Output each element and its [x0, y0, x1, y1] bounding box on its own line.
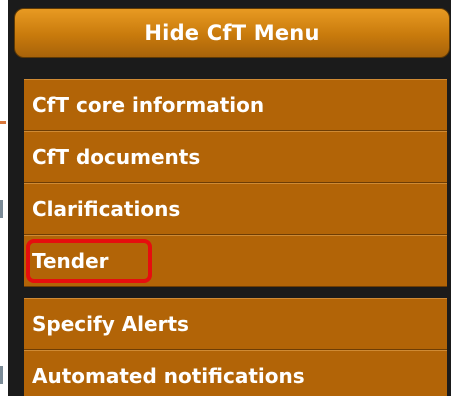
cft-menu-list: CfT core information CfT documents Clari… [24, 79, 447, 396]
page-edge-accent [0, 121, 6, 124]
menu-item-automated-notifications[interactable]: Automated notifications [24, 350, 447, 396]
menu-item-label: CfT core information [32, 93, 265, 117]
menu-item-clarifications[interactable]: Clarifications [24, 183, 447, 235]
page-edge-marker [0, 366, 3, 384]
page-background-edge [0, 0, 8, 396]
menu-item-label: CfT documents [32, 145, 201, 169]
menu-item-cft-core-information[interactable]: CfT core information [24, 79, 447, 131]
menu-item-cft-documents[interactable]: CfT documents [24, 131, 447, 183]
page-edge-marker [0, 200, 3, 218]
menu-item-specify-alerts[interactable]: Specify Alerts [24, 298, 447, 350]
menu-item-label: Specify Alerts [32, 312, 189, 336]
hide-cft-menu-button[interactable]: Hide CfT Menu [14, 8, 450, 58]
menu-item-label: Clarifications [32, 197, 181, 221]
menu-item-tender[interactable]: Tender [24, 235, 447, 287]
menu-item-label: Tender [32, 249, 109, 273]
menu-item-label: Automated notifications [32, 364, 305, 388]
menu-section-divider [24, 287, 447, 298]
